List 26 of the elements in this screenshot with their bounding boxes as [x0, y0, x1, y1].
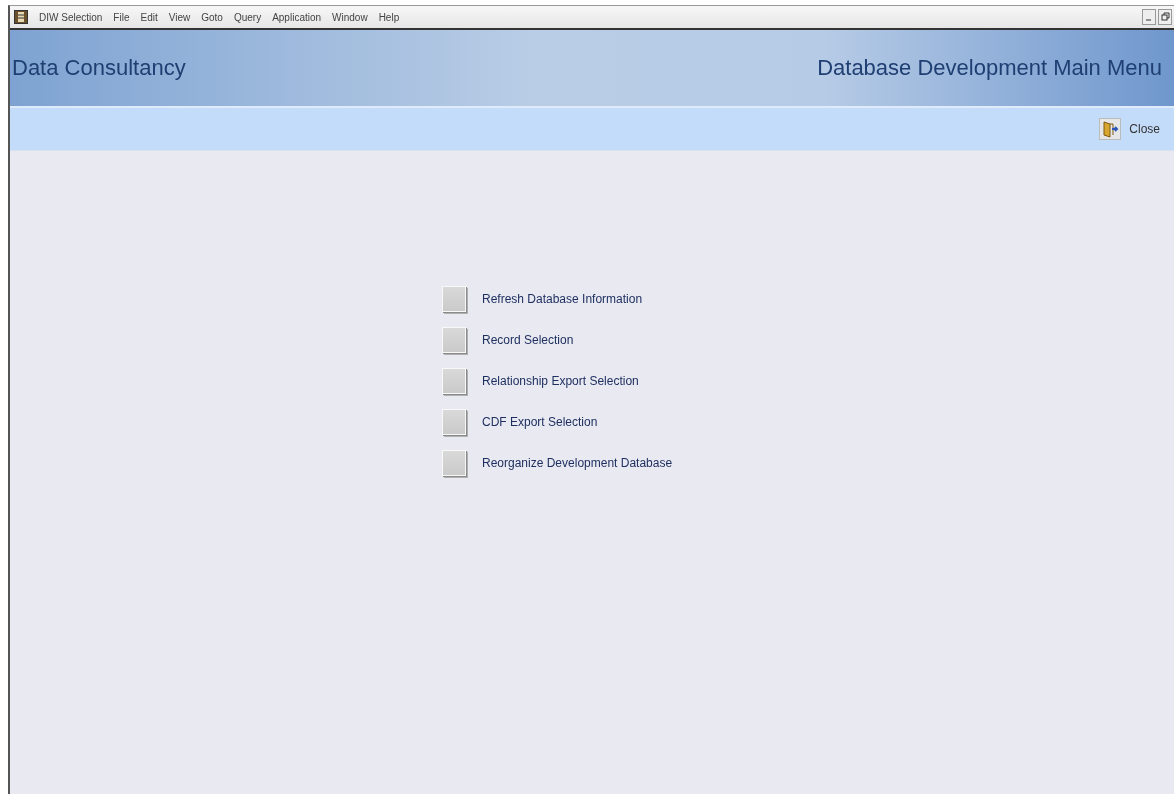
menu-item[interactable]: View [168, 11, 191, 23]
menu-item[interactable]: Query [233, 11, 262, 23]
option-label: Record Selection [482, 333, 574, 347]
app-icon[interactable] [14, 10, 28, 24]
option-label: Relationship Export Selection [482, 374, 639, 388]
option-button[interactable] [442, 368, 466, 394]
menu-item[interactable]: File [113, 11, 130, 23]
menu-item[interactable]: Edit [140, 11, 158, 23]
option-label: CDF Export Selection [482, 415, 598, 429]
menu-item[interactable]: Goto [201, 11, 223, 23]
menu-item[interactable]: Help [378, 11, 400, 23]
exit-door-icon[interactable] [1099, 118, 1122, 140]
close-button[interactable]: Close [1129, 122, 1160, 136]
restore-icon[interactable] [1158, 9, 1172, 25]
option-button[interactable] [442, 450, 466, 476]
menu-item[interactable]: DIW Selection [39, 11, 103, 23]
menu-item[interactable]: Application [272, 11, 322, 23]
option-button[interactable] [442, 327, 466, 353]
menu-item[interactable]: Window [332, 11, 368, 23]
company-name: Data Consultancy [11, 55, 186, 81]
option-button[interactable] [442, 286, 466, 312]
option-label: Reorganize Development Database [482, 456, 673, 470]
form-title: Database Development Main Menu [817, 55, 1162, 81]
option-label: Refresh Database Information [482, 292, 643, 306]
option-button[interactable] [442, 409, 466, 435]
minimize-icon[interactable] [1142, 9, 1156, 25]
